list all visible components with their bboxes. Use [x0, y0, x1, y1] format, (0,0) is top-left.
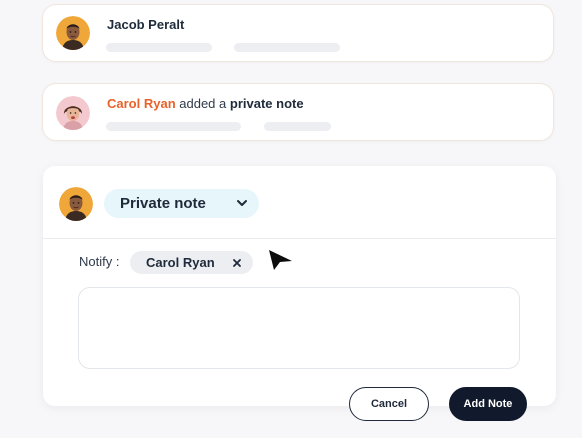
- avatar-current-user: [59, 187, 93, 221]
- note-type-label: Private note: [120, 195, 206, 212]
- actor-name: Carol Ryan: [107, 96, 176, 111]
- chevron-down-icon: [235, 196, 249, 215]
- note-textarea[interactable]: [78, 287, 520, 369]
- activity-feed: Jacob Peralt Carol Ryan added a private …: [0, 0, 582, 438]
- notify-chip[interactable]: Carol Ryan: [130, 251, 253, 274]
- cursor-arrow-icon: [268, 249, 294, 276]
- add-note-button[interactable]: Add Note: [449, 387, 527, 421]
- activity-item-carol: Carol Ryan added a private note: [42, 83, 554, 141]
- activity-item-jacob: Jacob Peralt: [42, 4, 554, 62]
- placeholder-bar: [106, 122, 241, 131]
- avatar-jacob: [56, 16, 90, 50]
- notify-chip-label: Carol Ryan: [146, 255, 215, 270]
- note-type-dropdown[interactable]: Private note: [104, 189, 259, 218]
- placeholder-bar: [234, 43, 340, 52]
- activity-line: Carol Ryan added a private note: [107, 96, 304, 111]
- actor-name: Jacob Peralt: [107, 17, 185, 32]
- divider: [43, 238, 556, 239]
- activity-object: private note: [229, 96, 304, 111]
- activity-action: added a: [179, 96, 227, 111]
- avatar-carol: [56, 96, 90, 130]
- cancel-button[interactable]: Cancel: [349, 387, 429, 421]
- placeholder-bar: [106, 43, 212, 52]
- activity-line: Jacob Peralt: [107, 17, 184, 32]
- notify-label: Notify :: [79, 254, 120, 269]
- placeholder-bar: [264, 122, 331, 131]
- close-icon[interactable]: [231, 256, 243, 274]
- note-composer: Private note Notify : Carol Ryan: [43, 166, 556, 406]
